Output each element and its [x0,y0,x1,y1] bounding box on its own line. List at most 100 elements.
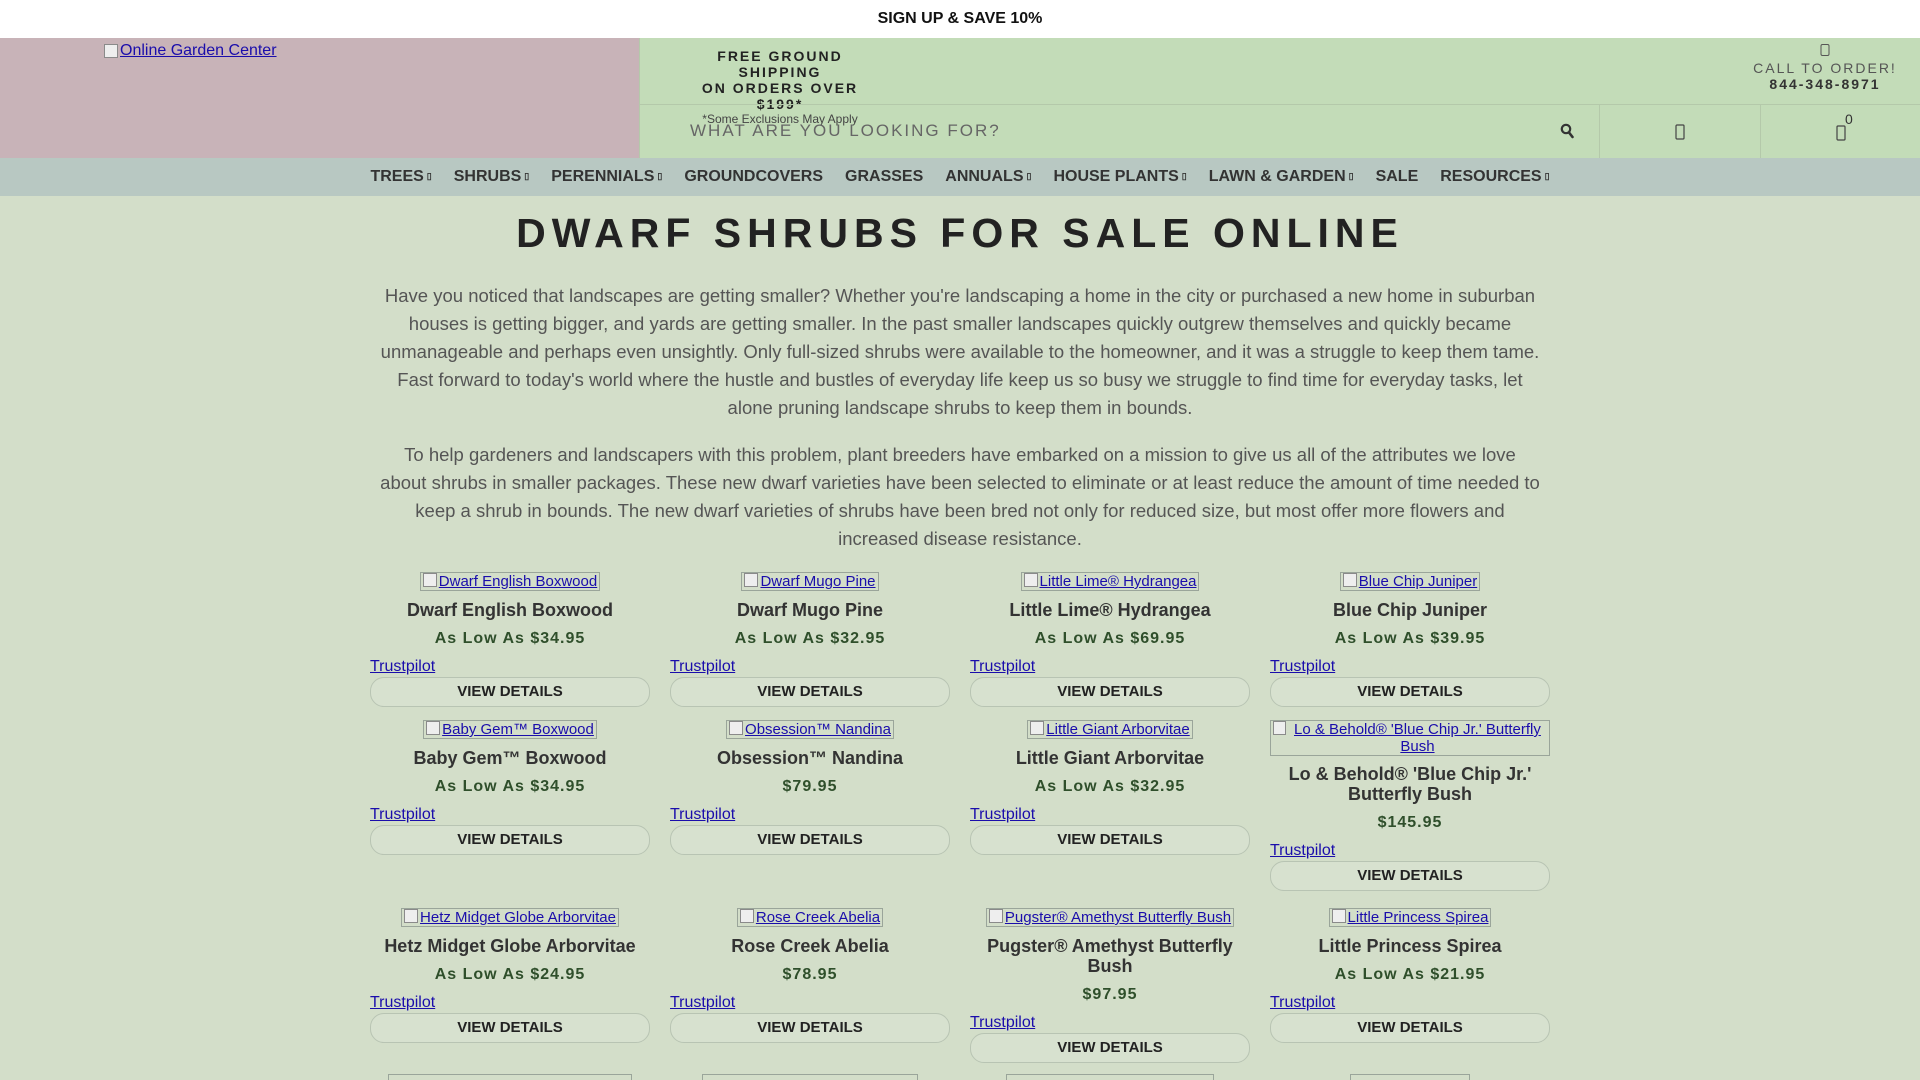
product-name[interactable]: Pugster® Amethyst Butterfly Bush [970,936,1250,976]
chevron-down-icon: ▯ [524,171,530,181]
chevron-down-icon: ▯ [426,171,432,181]
nav-item-lawn-garden[interactable]: LAWN & GARDEN ▯ [1198,168,1365,186]
trustpilot-link[interactable]: Trustpilot [1270,994,1550,1012]
nav-item-label: TREES [370,168,424,185]
product-name[interactable]: Little Giant Arborvitae [970,748,1250,768]
trustpilot-link[interactable]: Trustpilot [370,994,650,1012]
product-price: $97.95 [1082,986,1138,1003]
product-card: Hetz Midget Globe Arborvitae Hetz Midget … [370,908,650,1043]
product-image[interactable]: Rose Creek Abelia [736,908,884,927]
product-name[interactable]: Little Princess Spirea [1270,936,1550,956]
product-image[interactable]: Obsession™ Nandina [726,720,894,739]
product-price: $78.95 [782,966,838,983]
trustpilot-link[interactable]: Trustpilot [1270,842,1550,860]
product-image-partial[interactable] [1006,1074,1214,1080]
trustpilot-link[interactable]: Trustpilot [970,1014,1250,1032]
view-details-button[interactable]: VIEW DETAILS [970,825,1250,855]
product-image-alt: Obsession™ Nandina [745,721,891,738]
product-image[interactable]: Pugster® Amethyst Butterfly Bush [985,908,1235,927]
product-image[interactable]: Lo & Behold® 'Blue Chip Jr.' Butterfly B… [1270,720,1550,756]
view-details-button[interactable]: VIEW DETAILS [1270,861,1550,891]
product-name[interactable]: Obsession™ Nandina [670,748,950,768]
product-price: As Low As $21.95 [1334,966,1486,983]
search-button[interactable] [1555,119,1579,143]
product-name[interactable]: Little Lime® Hydrangea [970,600,1250,620]
product-name[interactable]: Baby Gem™ Boxwood [370,748,650,768]
broken-image-icon [1342,573,1357,587]
site-header: Online Garden Center FREE GROUND SHIPPIN… [0,38,1920,159]
nav-item-perennials[interactable]: PERENNIALS ▯ [540,168,673,186]
product-name[interactable]: Hetz Midget Globe Arborvitae [370,936,650,956]
view-details-button[interactable]: VIEW DETAILS [370,825,650,855]
broken-image-icon [1030,721,1045,735]
broken-image-icon [426,721,441,735]
view-details-button[interactable]: VIEW DETAILS [670,825,950,855]
product-price: As Low As $39.95 [1334,630,1486,647]
call-to-order[interactable]: CALL TO ORDER! 844-348-8971 [1750,44,1900,93]
promo-text[interactable]: SIGN UP & SAVE 10% [878,10,1043,27]
product-image-alt: Lo & Behold® 'Blue Chip Jr.' Butterfly B… [1293,721,1541,755]
cart-button[interactable]: 0 [1761,105,1920,159]
chevron-down-icon: ▯ [657,171,663,181]
phone-number[interactable]: 844-348-8971 [1750,76,1900,93]
nav-item-shrubs[interactable]: SHRUBS ▯ [443,168,541,186]
product-image[interactable]: Little Giant Arborvitae [1027,720,1193,739]
view-details-button[interactable]: VIEW DETAILS [370,677,650,707]
view-details-button[interactable]: VIEW DETAILS [970,1033,1250,1063]
nav-item-groundcovers[interactable]: GROUNDCOVERS [673,168,834,186]
product-image-partial[interactable] [388,1074,632,1080]
trustpilot-link[interactable]: Trustpilot [370,658,650,676]
product-image[interactable]: Dwarf English Boxwood [419,572,601,591]
promo-bar[interactable]: SIGN UP & SAVE 10% [0,0,1920,38]
product-image-partial[interactable] [702,1074,918,1080]
product-name[interactable]: Lo & Behold® 'Blue Chip Jr.' Butterfly B… [1270,764,1550,804]
product-card: Dwarf English Boxwood Dwarf English Boxwo… [370,572,650,707]
product-image[interactable]: Hetz Midget Globe Arborvitae [401,908,619,927]
broken-image-icon [422,573,437,587]
product-name[interactable]: Dwarf Mugo Pine [670,600,950,620]
product-image-alt: Little Princess Spirea [1347,909,1489,926]
logo-link[interactable]: Online Garden Center [104,42,277,60]
trustpilot-link[interactable]: Trustpilot [670,658,950,676]
nav-item-annuals[interactable]: ANNUALS ▯ [934,168,1042,186]
nav-item-house-plants[interactable]: HOUSE PLANTS ▯ [1042,168,1197,186]
nav-item-grasses[interactable]: GRASSES [834,168,934,186]
account-button[interactable] [1600,105,1761,159]
trustpilot-link[interactable]: Trustpilot [970,658,1250,676]
product-image[interactable]: Blue Chip Juniper [1339,572,1481,591]
product-name[interactable]: Rose Creek Abelia [670,936,950,956]
product-image[interactable]: Dwarf Mugo Pine [741,572,879,591]
view-details-button[interactable]: VIEW DETAILS [970,677,1250,707]
product-card: Little Princess Spirea Little Princess Sp… [1270,908,1550,1043]
view-details-button[interactable]: VIEW DETAILS [1270,1013,1550,1043]
nav-item-label: HOUSE PLANTS [1053,168,1179,185]
product-image[interactable]: Baby Gem™ Boxwood [423,720,597,739]
broken-image-icon [739,909,754,923]
product-image-alt: Baby Gem™ Boxwood [442,721,594,738]
trustpilot-link[interactable]: Trustpilot [970,806,1250,824]
view-details-button[interactable]: VIEW DETAILS [1270,677,1550,707]
view-details-button[interactable]: VIEW DETAILS [670,1013,950,1043]
trustpilot-link[interactable]: Trustpilot [670,994,950,1012]
broken-image-icon [404,909,419,923]
nav-item-trees[interactable]: TREES ▯ [359,168,442,186]
product-image[interactable]: Little Princess Spirea [1328,908,1492,927]
search-row: 0 [640,104,1920,159]
broken-image-icon [1023,573,1038,587]
trustpilot-link[interactable]: Trustpilot [1270,658,1550,676]
trustpilot-link[interactable]: Trustpilot [670,806,950,824]
product-name[interactable]: Dwarf English Boxwood [370,600,650,620]
trustpilot-link[interactable]: Trustpilot [370,806,650,824]
product-image-alt: Rose Creek Abelia [755,909,881,926]
view-details-button[interactable]: VIEW DETAILS [370,1013,650,1043]
product-card: Blue Chip Juniper Blue Chip Juniper As Low… [1270,572,1550,707]
product-image-partial[interactable] [1350,1074,1470,1080]
product-name[interactable]: Blue Chip Juniper [1270,600,1550,620]
nav-item-sale[interactable]: SALE [1365,168,1430,186]
nav-item-resources[interactable]: RESOURCES ▯ [1429,168,1560,186]
product-image[interactable]: Little Lime® Hydrangea [1020,572,1200,591]
search-input[interactable] [690,116,1510,146]
nav-item-label: RESOURCES [1440,168,1542,185]
nav-item-label: GROUNDCOVERS [684,168,824,185]
view-details-button[interactable]: VIEW DETAILS [670,677,950,707]
